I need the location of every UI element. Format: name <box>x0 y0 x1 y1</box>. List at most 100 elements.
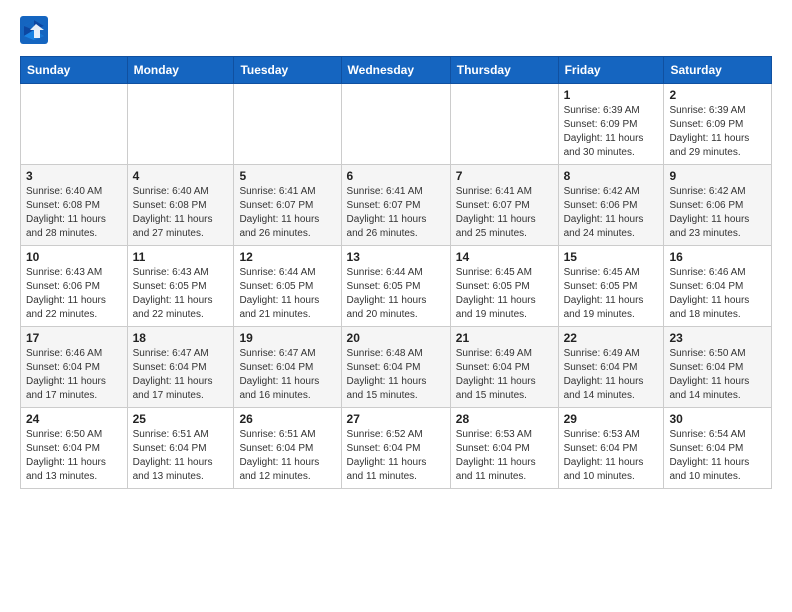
calendar-cell: 7 Sunrise: 6:41 AM Sunset: 6:07 PM Daylig… <box>450 165 558 246</box>
calendar-cell: 13 Sunrise: 6:44 AM Sunset: 6:05 PM Dayli… <box>341 246 450 327</box>
calendar-header-sunday: Sunday <box>21 57 128 84</box>
day-info: Sunrise: 6:51 AM Sunset: 6:04 PM Dayligh… <box>133 428 229 484</box>
calendar-cell: 20Sunrise: 6:48 AM Sunset: 6:04 PM Dayli… <box>341 327 450 408</box>
calendar-cell: 23 Sunrise: 6:50 AM Sunset: 6:04 PM Dayli… <box>664 327 772 408</box>
day-info: Sunrise: 6:54 AM Sunset: 6:04 PM Dayligh… <box>669 428 766 484</box>
day-number: 9 <box>669 169 766 183</box>
day-info: Sunrise: 6:41 AM Sunset: 6:07 PM Dayligh… <box>239 185 335 241</box>
calendar-header-friday: Friday <box>558 57 664 84</box>
day-number: 18 <box>133 331 229 345</box>
day-number: 29 <box>564 412 659 426</box>
calendar-cell <box>450 84 558 165</box>
day-info: Sunrise: 6:44 AM Sunset: 6:05 PM Dayligh… <box>239 266 335 322</box>
day-info: Sunrise: 6:39 AM Sunset: 6:09 PM Dayligh… <box>669 104 766 160</box>
day-number: 5 <box>239 169 335 183</box>
day-info: Sunrise: 6:43 AM Sunset: 6:06 PM Dayligh… <box>26 266 122 322</box>
day-info: Sunrise: 6:40 AM Sunset: 6:08 PM Dayligh… <box>26 185 122 241</box>
calendar-cell: 21Sunrise: 6:49 AM Sunset: 6:04 PM Dayli… <box>450 327 558 408</box>
day-number: 24 <box>26 412 122 426</box>
day-info: Sunrise: 6:49 AM Sunset: 6:04 PM Dayligh… <box>456 347 553 403</box>
day-info: Sunrise: 6:41 AM Sunset: 6:07 PM Dayligh… <box>456 185 553 241</box>
header <box>20 16 772 44</box>
calendar-cell: 22 Sunrise: 6:49 AM Sunset: 6:04 PM Dayli… <box>558 327 664 408</box>
day-number: 3 <box>26 169 122 183</box>
calendar-header-thursday: Thursday <box>450 57 558 84</box>
calendar-week-4: 17 Sunrise: 6:46 AM Sunset: 6:04 PM Dayli… <box>21 327 772 408</box>
calendar-header-wednesday: Wednesday <box>341 57 450 84</box>
calendar-cell: 12 Sunrise: 6:44 AM Sunset: 6:05 PM Dayli… <box>234 246 341 327</box>
day-number: 6 <box>347 169 445 183</box>
calendar-cell: 28Sunrise: 6:53 AM Sunset: 6:04 PM Dayli… <box>450 408 558 489</box>
day-info: Sunrise: 6:45 AM Sunset: 6:05 PM Dayligh… <box>564 266 659 322</box>
calendar-cell: 6 Sunrise: 6:41 AM Sunset: 6:07 PM Daylig… <box>341 165 450 246</box>
calendar-cell: 15 Sunrise: 6:45 AM Sunset: 6:05 PM Dayli… <box>558 246 664 327</box>
calendar-week-1: 1 Sunrise: 6:39 AM Sunset: 6:09 PM Daylig… <box>21 84 772 165</box>
day-info: Sunrise: 6:53 AM Sunset: 6:04 PM Dayligh… <box>564 428 659 484</box>
calendar-week-5: 24Sunrise: 6:50 AM Sunset: 6:04 PM Dayli… <box>21 408 772 489</box>
day-info: Sunrise: 6:46 AM Sunset: 6:04 PM Dayligh… <box>26 347 122 403</box>
day-number: 2 <box>669 88 766 102</box>
calendar-week-3: 10 Sunrise: 6:43 AM Sunset: 6:06 PM Dayli… <box>21 246 772 327</box>
day-number: 13 <box>347 250 445 264</box>
day-number: 25 <box>133 412 229 426</box>
day-number: 22 <box>564 331 659 345</box>
day-info: Sunrise: 6:52 AM Sunset: 6:04 PM Dayligh… <box>347 428 445 484</box>
calendar-cell: 11 Sunrise: 6:43 AM Sunset: 6:05 PM Dayli… <box>127 246 234 327</box>
calendar-cell: 27 Sunrise: 6:52 AM Sunset: 6:04 PM Dayli… <box>341 408 450 489</box>
calendar-cell: 17 Sunrise: 6:46 AM Sunset: 6:04 PM Dayli… <box>21 327 128 408</box>
calendar-header-tuesday: Tuesday <box>234 57 341 84</box>
day-info: Sunrise: 6:39 AM Sunset: 6:09 PM Dayligh… <box>564 104 659 160</box>
day-info: Sunrise: 6:42 AM Sunset: 6:06 PM Dayligh… <box>564 185 659 241</box>
day-info: Sunrise: 6:51 AM Sunset: 6:04 PM Dayligh… <box>239 428 335 484</box>
day-number: 12 <box>239 250 335 264</box>
day-info: Sunrise: 6:40 AM Sunset: 6:08 PM Dayligh… <box>133 185 229 241</box>
calendar-header-monday: Monday <box>127 57 234 84</box>
day-number: 4 <box>133 169 229 183</box>
day-number: 10 <box>26 250 122 264</box>
day-info: Sunrise: 6:49 AM Sunset: 6:04 PM Dayligh… <box>564 347 659 403</box>
calendar-cell: 5 Sunrise: 6:41 AM Sunset: 6:07 PM Daylig… <box>234 165 341 246</box>
day-number: 30 <box>669 412 766 426</box>
calendar-cell: 3 Sunrise: 6:40 AM Sunset: 6:08 PM Daylig… <box>21 165 128 246</box>
day-info: Sunrise: 6:45 AM Sunset: 6:05 PM Dayligh… <box>456 266 553 322</box>
day-info: Sunrise: 6:47 AM Sunset: 6:04 PM Dayligh… <box>133 347 229 403</box>
calendar-cell: 18 Sunrise: 6:47 AM Sunset: 6:04 PM Dayli… <box>127 327 234 408</box>
day-info: Sunrise: 6:47 AM Sunset: 6:04 PM Dayligh… <box>239 347 335 403</box>
calendar-cell: 1 Sunrise: 6:39 AM Sunset: 6:09 PM Daylig… <box>558 84 664 165</box>
calendar-cell: 19 Sunrise: 6:47 AM Sunset: 6:04 PM Dayli… <box>234 327 341 408</box>
day-number: 11 <box>133 250 229 264</box>
calendar: SundayMondayTuesdayWednesdayThursdayFrid… <box>20 56 772 489</box>
calendar-header-saturday: Saturday <box>664 57 772 84</box>
day-info: Sunrise: 6:41 AM Sunset: 6:07 PM Dayligh… <box>347 185 445 241</box>
calendar-cell: 2 Sunrise: 6:39 AM Sunset: 6:09 PM Daylig… <box>664 84 772 165</box>
calendar-cell: 26 Sunrise: 6:51 AM Sunset: 6:04 PM Dayli… <box>234 408 341 489</box>
calendar-cell: 14Sunrise: 6:45 AM Sunset: 6:05 PM Dayli… <box>450 246 558 327</box>
day-number: 27 <box>347 412 445 426</box>
day-number: 8 <box>564 169 659 183</box>
calendar-cell: 24Sunrise: 6:50 AM Sunset: 6:04 PM Dayli… <box>21 408 128 489</box>
day-info: Sunrise: 6:42 AM Sunset: 6:06 PM Dayligh… <box>669 185 766 241</box>
day-info: Sunrise: 6:44 AM Sunset: 6:05 PM Dayligh… <box>347 266 445 322</box>
calendar-header-row: SundayMondayTuesdayWednesdayThursdayFrid… <box>21 57 772 84</box>
calendar-cell <box>234 84 341 165</box>
calendar-cell <box>341 84 450 165</box>
day-info: Sunrise: 6:50 AM Sunset: 6:04 PM Dayligh… <box>669 347 766 403</box>
day-number: 15 <box>564 250 659 264</box>
calendar-cell: 10 Sunrise: 6:43 AM Sunset: 6:06 PM Dayli… <box>21 246 128 327</box>
calendar-cell <box>21 84 128 165</box>
day-number: 17 <box>26 331 122 345</box>
calendar-week-2: 3 Sunrise: 6:40 AM Sunset: 6:08 PM Daylig… <box>21 165 772 246</box>
day-number: 23 <box>669 331 766 345</box>
day-number: 1 <box>564 88 659 102</box>
day-number: 7 <box>456 169 553 183</box>
calendar-cell: 29 Sunrise: 6:53 AM Sunset: 6:04 PM Dayli… <box>558 408 664 489</box>
page: SundayMondayTuesdayWednesdayThursdayFrid… <box>0 0 792 505</box>
generalblue-logo-icon <box>20 16 48 44</box>
day-number: 19 <box>239 331 335 345</box>
calendar-cell: 9 Sunrise: 6:42 AM Sunset: 6:06 PM Daylig… <box>664 165 772 246</box>
logo <box>20 16 52 44</box>
calendar-cell: 4 Sunrise: 6:40 AM Sunset: 6:08 PM Daylig… <box>127 165 234 246</box>
day-number: 26 <box>239 412 335 426</box>
calendar-cell: 30 Sunrise: 6:54 AM Sunset: 6:04 PM Dayli… <box>664 408 772 489</box>
day-info: Sunrise: 6:43 AM Sunset: 6:05 PM Dayligh… <box>133 266 229 322</box>
